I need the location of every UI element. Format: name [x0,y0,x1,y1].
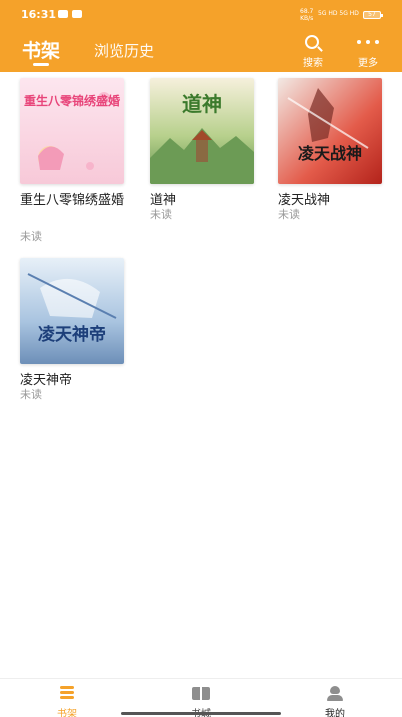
status-bar: 16:31 68.7 KB/s 5G HD 5G HD 57 [0,0,402,28]
network-indicator: 5G HD 5G HD [318,10,359,17]
nav-profile-label: 我的 [325,709,345,717]
book-cover[interactable]: 凌天神帝 [20,258,124,364]
nav-bookshelf-label: 书架 [57,709,77,717]
tab-browse-history[interactable]: 浏览历史 [94,40,154,61]
search-label: 搜索 [303,58,323,69]
cover-title-text: 道神 [182,92,222,116]
nav-profile[interactable]: 我的 [305,683,365,717]
net-rate: 68.7 KB/s [300,8,313,22]
book-title: 重生八零锦绣盛婚 [20,193,125,208]
net-rate-value: 68.7 [300,8,314,15]
profile-icon [327,686,343,701]
battery-icon: 57 [363,11,383,19]
cover-art-immortal [20,258,124,364]
book-cover[interactable]: 重生八零锦绣盛婚 [20,78,124,184]
book-read-status: 未读 [20,230,42,243]
app-header: 16:31 68.7 KB/s 5G HD 5G HD 57 书架 浏览历史 搜… [0,0,402,72]
book-cover[interactable]: 道神 [150,78,254,184]
book-read-status: 未读 [150,208,172,221]
tab-active-indicator [33,63,49,66]
nav-bookshelf[interactable]: 书架 [37,683,97,717]
more-button[interactable]: 更多 [348,34,388,69]
gesture-bar[interactable] [121,712,281,715]
book-read-status: 未读 [278,208,300,221]
cover-title-text: 重生八零锦绣盛婚 [23,94,120,108]
nav-bookstore-label: 书城 [171,705,231,717]
notification-icon [58,10,68,18]
more-label: 更多 [358,58,378,69]
search-icon [305,35,319,49]
cover-title-text: 凌天神帝 [38,325,106,345]
net-rate-unit: KB/s [300,15,314,22]
book-cover[interactable]: 凌天战神 [278,78,382,184]
more-dots-icon [357,40,379,44]
book-item[interactable]: 重生八零锦绣盛婚 重生八零锦绣盛婚 未读 [20,78,124,248]
notification-app-icon [72,10,82,18]
book-item[interactable]: 凌天神帝 凌天神帝 未读 [20,258,124,408]
cover-title-text: 凌天战神 [297,144,362,163]
tab-bookshelf[interactable]: 书架 [22,36,60,63]
search-button[interactable]: 搜索 [293,34,333,69]
book-item[interactable]: 道神 道神 未读 [150,78,254,228]
book-read-status: 未读 [20,388,42,401]
book-item[interactable]: 凌天战神 凌天战神 未读 [278,78,382,228]
bookstore-icon [192,687,210,700]
status-time: 16:31 [21,8,57,21]
bookshelf-icon [58,686,76,700]
cover-art-warrior [278,78,382,184]
